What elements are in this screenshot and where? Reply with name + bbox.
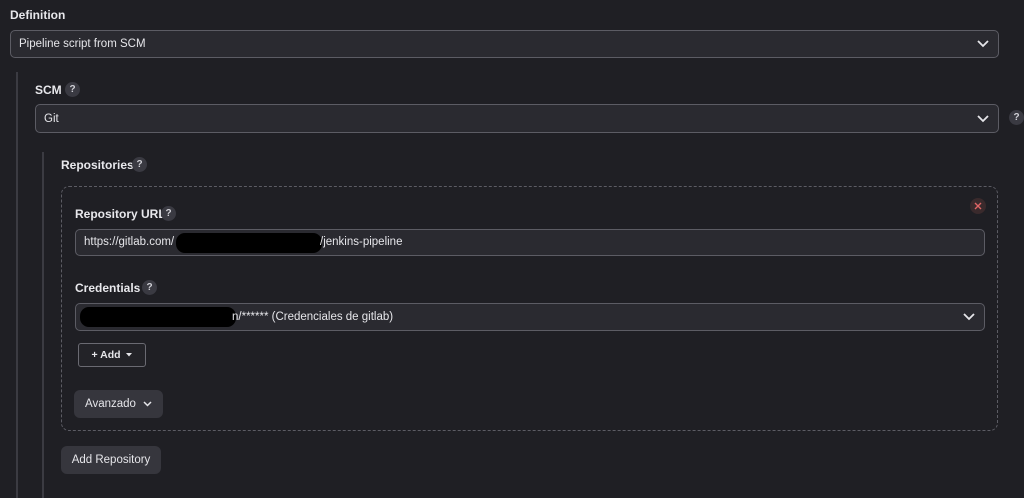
repository-url-help-icon[interactable]: ? bbox=[161, 206, 176, 221]
scm-help-icon[interactable]: ? bbox=[65, 82, 80, 97]
repository-url-prefix: https://gitlab.com/ bbox=[84, 236, 175, 248]
repositories-label: Repositories bbox=[61, 158, 134, 172]
scm-select-help-icon[interactable]: ? bbox=[1009, 110, 1024, 125]
repository-url-suffix: /jenkins-pipeline bbox=[320, 236, 403, 248]
delete-repository-button[interactable] bbox=[970, 198, 986, 214]
definition-select[interactable]: Pipeline script from SCM bbox=[10, 30, 999, 58]
definition-label: Definition bbox=[10, 8, 66, 22]
repositories-section-border bbox=[42, 152, 44, 498]
scm-select-value: Git bbox=[44, 112, 59, 125]
repositories-help-icon[interactable]: ? bbox=[132, 157, 147, 172]
add-credentials-button[interactable]: + Add bbox=[78, 343, 146, 367]
repository-url-label: Repository URL bbox=[75, 207, 166, 221]
credentials-label: Credentials bbox=[75, 281, 141, 295]
scm-section-border bbox=[16, 72, 18, 498]
caret-down-icon bbox=[125, 353, 132, 357]
close-icon bbox=[974, 202, 982, 210]
credentials-help-icon[interactable]: ? bbox=[142, 280, 157, 295]
credentials-select-value: n/****** (Credenciales de gitlab) bbox=[232, 311, 394, 323]
chevron-down-icon bbox=[977, 40, 989, 48]
redaction-mark bbox=[176, 233, 322, 253]
scm-select[interactable]: Git bbox=[35, 104, 999, 133]
scm-label: SCM bbox=[35, 83, 62, 97]
chevron-down-icon bbox=[977, 114, 989, 122]
redaction-mark bbox=[80, 307, 236, 327]
add-repository-button[interactable]: Add Repository bbox=[61, 446, 161, 474]
advanced-button[interactable]: Avanzado bbox=[74, 390, 163, 418]
credentials-select[interactable]: n/****** (Credenciales de gitlab) bbox=[75, 303, 985, 331]
repository-url-input[interactable]: https://gitlab.com/ /jenkins-pipeline bbox=[75, 229, 985, 256]
definition-select-value: Pipeline script from SCM bbox=[19, 38, 146, 50]
add-credentials-label: + Add bbox=[91, 349, 121, 361]
chevron-down-icon bbox=[143, 401, 152, 407]
chevron-down-icon bbox=[963, 313, 975, 321]
advanced-button-label: Avanzado bbox=[85, 398, 136, 410]
